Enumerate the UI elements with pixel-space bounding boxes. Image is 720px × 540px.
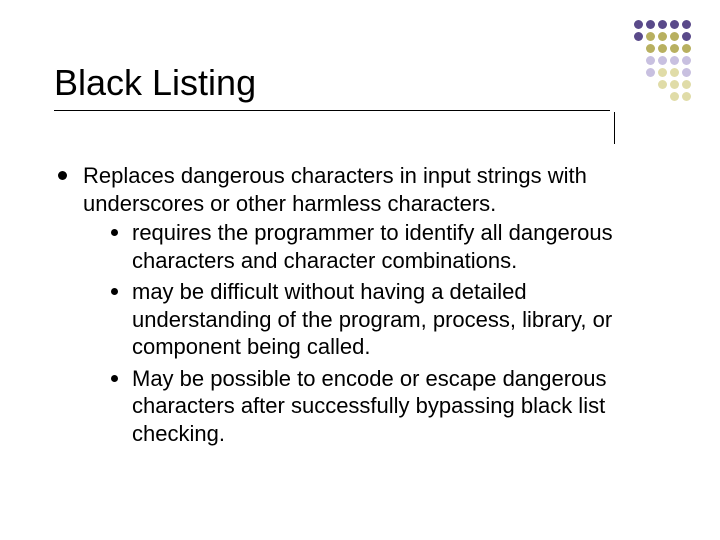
dot-icon [670, 44, 679, 53]
slide-title: Black Listing [54, 62, 610, 104]
list-item: may be difficult without having a detail… [111, 278, 660, 361]
bullet-icon [58, 171, 67, 180]
dot-icon [646, 44, 655, 53]
deco-row [632, 18, 692, 30]
dot-icon [682, 44, 691, 53]
dot-icon [646, 56, 655, 65]
dot-icon [634, 32, 643, 41]
dot-icon [682, 80, 691, 89]
dot-icon [658, 68, 667, 77]
dot-icon [646, 20, 655, 29]
dot-icon [670, 56, 679, 65]
deco-row [632, 30, 692, 42]
divider-vertical-stub [614, 112, 615, 144]
dot-icon [658, 20, 667, 29]
list-item: Replaces dangerous characters in input s… [58, 162, 660, 451]
bullet-icon [111, 229, 118, 236]
bullet-icon [111, 375, 118, 382]
dot-icon [658, 56, 667, 65]
dot-icon [682, 56, 691, 65]
dot-icon [658, 44, 667, 53]
dot-icon [682, 68, 691, 77]
slide: Black Listing Replaces dangerous charact… [0, 0, 720, 540]
list-item-label: may be difficult without having a detail… [132, 278, 660, 361]
deco-row [632, 42, 692, 54]
list-item-label: Replaces dangerous characters in input s… [83, 163, 587, 216]
bullet-icon [111, 288, 118, 295]
dot-icon [670, 80, 679, 89]
dot-icon [670, 32, 679, 41]
dot-icon [646, 68, 655, 77]
list-item-label: May be possible to encode or escape dang… [132, 365, 660, 448]
deco-row [632, 54, 692, 66]
dot-icon [634, 20, 643, 29]
dot-icon [682, 32, 691, 41]
title-underline: Black Listing [54, 62, 610, 111]
dot-icon [646, 32, 655, 41]
dot-icon [670, 20, 679, 29]
list-item-text: Replaces dangerous characters in input s… [83, 162, 660, 451]
dot-icon [682, 20, 691, 29]
list-item: May be possible to encode or escape dang… [111, 365, 660, 448]
slide-body: Replaces dangerous characters in input s… [58, 162, 660, 455]
deco-row [632, 78, 692, 90]
list-item: requires the programmer to identify all … [111, 219, 660, 274]
deco-row [632, 66, 692, 78]
dot-icon [670, 92, 679, 101]
deco-row [632, 90, 692, 102]
corner-decoration [632, 18, 692, 102]
dot-icon [658, 80, 667, 89]
dot-icon [670, 68, 679, 77]
dot-icon [682, 92, 691, 101]
dot-icon [658, 32, 667, 41]
list-item-label: requires the programmer to identify all … [132, 219, 660, 274]
